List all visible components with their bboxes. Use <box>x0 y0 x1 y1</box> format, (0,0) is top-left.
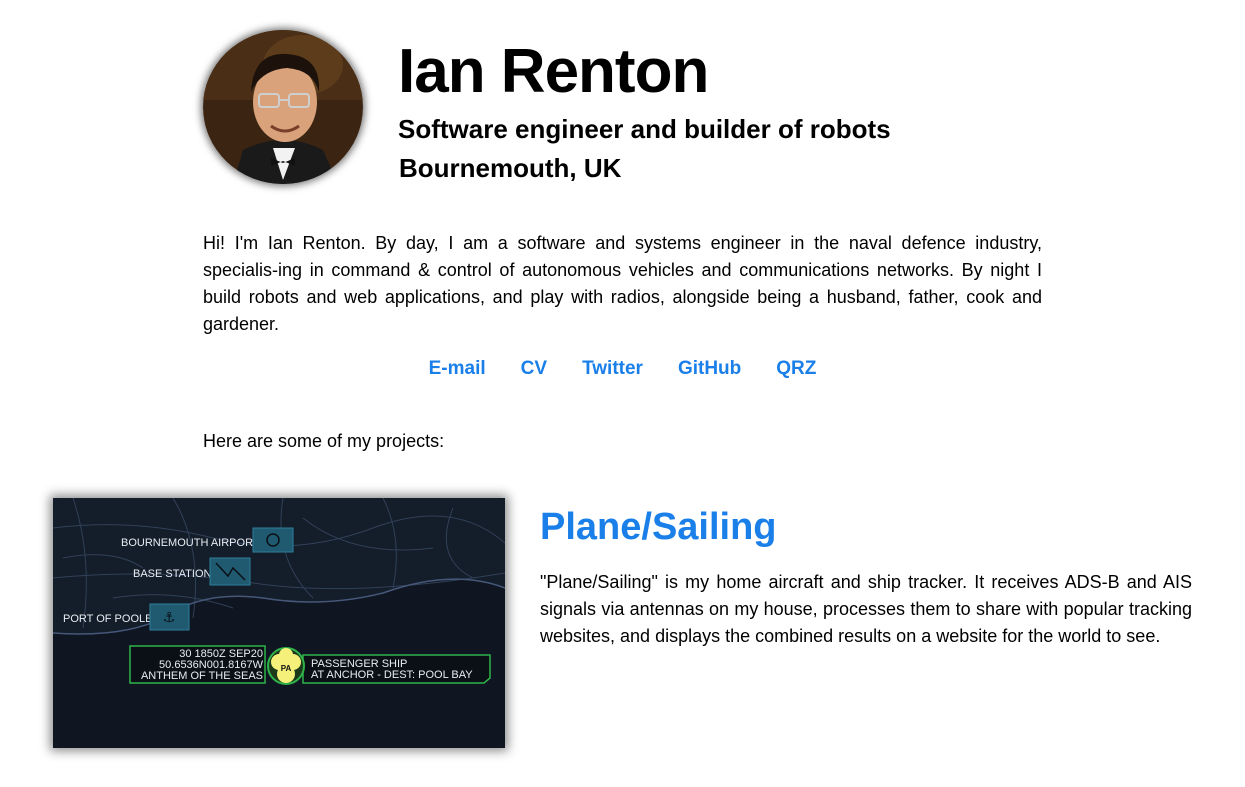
airport-label: BOURNEMOUTH AIRPORT <box>121 537 260 549</box>
github-link[interactable]: GitHub <box>678 355 741 383</box>
project-title-link[interactable]: Plane/Sailing <box>540 506 777 548</box>
anchor-icon: ⚓ <box>163 610 176 626</box>
ship-marker-label: PA <box>281 664 292 673</box>
qrz-link[interactable]: QRZ <box>776 355 816 383</box>
avatar <box>203 30 363 184</box>
intro-paragraph: Hi! I'm Ian Renton. By day, I am a softw… <box>203 233 1042 334</box>
projects-intro: Here are some of my projects: <box>203 431 445 451</box>
page-title: Ian Renton <box>398 37 709 106</box>
port-label: PORT OF POOLE <box>63 613 152 625</box>
project-screenshot[interactable]: BOURNEMOUTH AIRPORT BASE STATION PORT OF… <box>53 498 505 748</box>
location: Bournemouth, UK <box>399 153 622 183</box>
email-link[interactable]: E-mail <box>429 355 486 383</box>
twitter-link[interactable]: Twitter <box>582 355 643 383</box>
contact-links: E-mail CV Twitter GitHub QRZ <box>0 355 1245 383</box>
airport-marker <box>252 527 294 553</box>
ship-marker-icon: PA <box>267 647 305 685</box>
map-screenshot: BOURNEMOUTH AIRPORT BASE STATION PORT OF… <box>53 498 505 748</box>
project-description: "Plane/Sailing" is my home aircraft and … <box>540 572 1192 646</box>
ship-status: AT ANCHOR - DEST: POOL BAY <box>311 669 473 681</box>
cv-link[interactable]: CV <box>521 355 547 383</box>
base-station-label: BASE STATION <box>133 568 211 580</box>
tagline: Software engineer and builder of robots <box>398 114 891 144</box>
project-title: Plane/Sailing <box>540 504 777 550</box>
ship-name: ANTHEM OF THE SEAS <box>141 670 263 682</box>
avatar-photo <box>203 30 363 184</box>
